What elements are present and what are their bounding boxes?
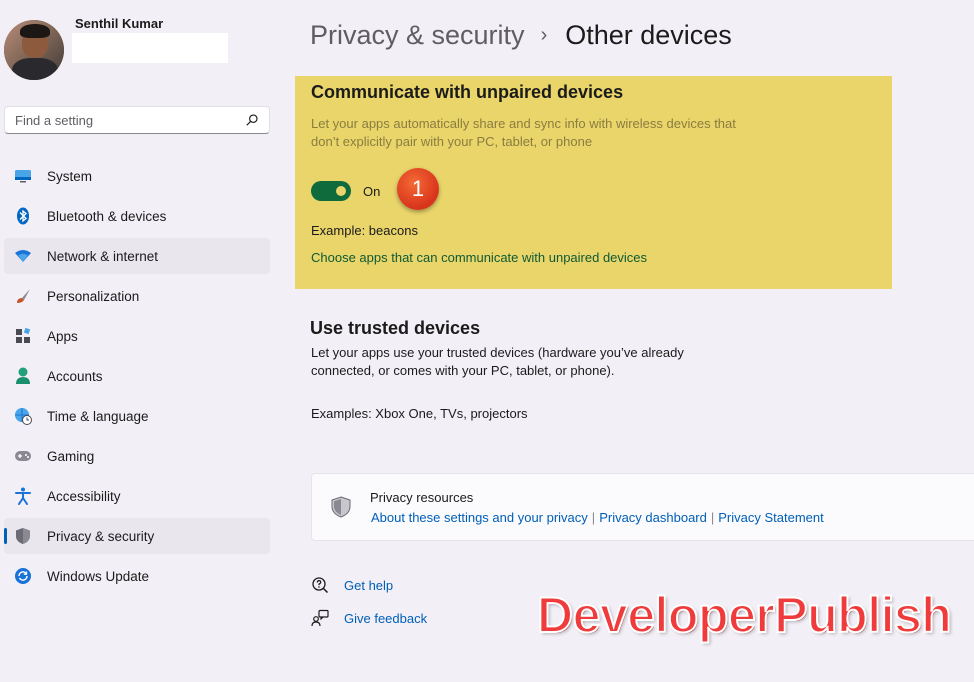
search-box[interactable] xyxy=(4,106,270,134)
privacy-resources-card: Privacy resources About these settings a… xyxy=(311,473,974,541)
wifi-icon xyxy=(14,247,32,265)
unpaired-toggle-state: On xyxy=(363,184,381,199)
sidebar-item-label: Privacy & security xyxy=(47,528,155,544)
toggle-knob xyxy=(336,186,346,196)
globe-clock-icon xyxy=(14,407,32,425)
sidebar-item-label: Apps xyxy=(47,328,78,344)
link-divider: | xyxy=(591,510,596,525)
sidebar-nav: System Bluetooth & devices Network & int… xyxy=(4,158,270,598)
shield-icon xyxy=(14,527,32,545)
sidebar-item-bluetooth[interactable]: Bluetooth & devices xyxy=(4,198,270,234)
breadcrumb-parent[interactable]: Privacy & security xyxy=(310,20,525,51)
sidebar-item-personalization[interactable]: Personalization xyxy=(4,278,270,314)
step-number-badge: 1 xyxy=(397,168,439,210)
search-input[interactable] xyxy=(15,112,245,128)
monitor-icon xyxy=(14,167,32,185)
privacy-dashboard-link[interactable]: Privacy dashboard xyxy=(599,510,707,525)
unpaired-example: Example: beacons xyxy=(311,223,418,238)
sidebar-item-apps[interactable]: Apps xyxy=(4,318,270,354)
person-icon xyxy=(14,367,32,385)
sidebar-item-label: Network & internet xyxy=(47,248,159,264)
trusted-example: Examples: Xbox One, TVs, projectors xyxy=(311,406,528,421)
user-profile[interactable] xyxy=(4,20,64,80)
shield-icon xyxy=(331,496,351,518)
sidebar-item-label: Accessibility xyxy=(47,488,121,504)
apps-icon xyxy=(14,327,32,345)
sidebar-item-system[interactable]: System xyxy=(4,158,270,194)
sidebar-item-accessibility[interactable]: Accessibility xyxy=(4,478,270,514)
get-help-row[interactable]: Get help xyxy=(311,576,393,594)
trusted-section-description: Let your apps use your trusted devices (… xyxy=(311,345,684,378)
sidebar-item-label: System xyxy=(47,168,93,184)
privacy-statement-link[interactable]: Privacy Statement xyxy=(718,510,824,525)
gamepad-icon xyxy=(14,447,32,465)
search-icon[interactable] xyxy=(245,113,259,127)
choose-apps-link[interactable]: Choose apps that can communicate with un… xyxy=(311,250,647,265)
privacy-resources-title: Privacy resources xyxy=(370,490,474,505)
help-icon xyxy=(312,577,329,594)
watermark-logo: DeveloperPublish xyxy=(536,586,953,644)
get-help-link[interactable]: Get help xyxy=(344,578,393,593)
sidebar-item-label: Bluetooth & devices xyxy=(47,208,167,224)
accessibility-icon xyxy=(14,487,32,505)
user-email-redacted xyxy=(72,33,228,63)
link-divider: | xyxy=(710,510,715,525)
unpaired-section-title: Communicate with unpaired devices xyxy=(311,82,624,102)
give-feedback-link[interactable]: Give feedback xyxy=(344,611,427,626)
unpaired-section-description: Let your apps automatically share and sy… xyxy=(311,116,736,149)
chevron-right-icon: › xyxy=(540,24,548,46)
feedback-icon xyxy=(311,609,329,627)
sidebar-item-label: Accounts xyxy=(47,368,103,384)
trusted-section-title: Use trusted devices xyxy=(310,318,481,338)
page-title: Other devices xyxy=(565,20,732,50)
unpaired-toggle[interactable] xyxy=(311,181,351,201)
sidebar-item-gaming[interactable]: Gaming xyxy=(4,438,270,474)
sidebar-item-network[interactable]: Network & internet xyxy=(4,238,270,274)
give-feedback-row[interactable]: Give feedback xyxy=(311,609,427,627)
user-name: Senthil Kumar xyxy=(75,16,164,31)
sidebar-item-privacy-security[interactable]: Privacy & security xyxy=(4,518,270,554)
bluetooth-icon xyxy=(14,207,32,225)
sidebar-item-accounts[interactable]: Accounts xyxy=(4,358,270,394)
avatar[interactable] xyxy=(4,20,64,80)
sidebar-item-time-language[interactable]: Time & language xyxy=(4,398,270,434)
update-icon xyxy=(14,567,32,585)
privacy-resources-links: About these settings and your privacy | … xyxy=(371,510,824,525)
about-settings-privacy-link[interactable]: About these settings and your privacy xyxy=(371,510,588,525)
sidebar-item-label: Gaming xyxy=(47,448,95,464)
brush-icon xyxy=(14,287,32,305)
sidebar-item-label: Personalization xyxy=(47,288,140,304)
sidebar-item-label: Time & language xyxy=(47,408,149,424)
sidebar-item-windows-update[interactable]: Windows Update xyxy=(4,558,270,594)
breadcrumb: Privacy & security › Other devices xyxy=(310,20,732,51)
sidebar-item-label: Windows Update xyxy=(47,568,150,584)
